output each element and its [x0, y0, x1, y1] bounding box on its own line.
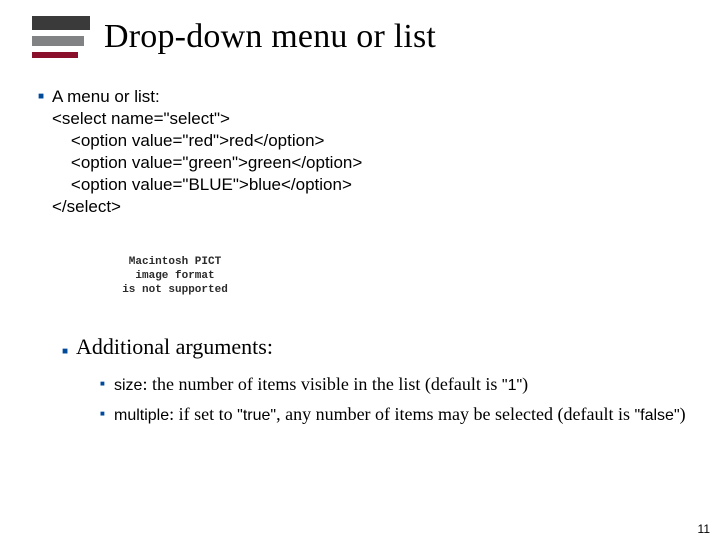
pict-placeholder: Macintosh PICT image format is not suppo…	[80, 246, 270, 306]
accent-bar-gray	[32, 36, 84, 46]
square-bullet-icon: ■	[100, 373, 114, 395]
square-bullet-icon: ■	[100, 403, 114, 425]
body: ■ A menu or list: <select name="select">…	[24, 86, 696, 427]
code-line-2: <option value="red">red</option>	[52, 131, 324, 150]
square-bullet-icon: ■	[62, 341, 76, 363]
sub-item-multiple-text: multiple: if set to "true", any number o…	[114, 403, 696, 427]
sub-item-multiple: ■ multiple: if set to "true", any number…	[100, 403, 696, 427]
accent-bar-red	[32, 52, 78, 58]
sub2-part-a: : if set to	[169, 404, 237, 424]
sub-list: ■ size: the number of items visible in t…	[100, 373, 696, 427]
code-snippet: <select name="select"> <option value="re…	[52, 108, 696, 218]
literal-1: "1"	[502, 377, 522, 394]
code-line-1: <select name="select">	[52, 109, 230, 128]
title-row: Drop-down menu or list	[32, 16, 696, 58]
sub-item-size: ■ size: the number of items visible in t…	[100, 373, 696, 397]
keyword-size: size	[114, 377, 142, 394]
code-line-4: <option value="BLUE">blue</option>	[52, 175, 352, 194]
sub2-part-b: , any number of items may be selected (d…	[276, 404, 634, 424]
slide: Drop-down menu or list ■ A menu or list:…	[0, 0, 720, 540]
bullet-item-2: ■ Additional arguments:	[62, 334, 696, 363]
sub1-part-b: )	[522, 374, 528, 394]
page-title: Drop-down menu or list	[104, 18, 436, 56]
square-bullet-icon: ■	[38, 86, 52, 108]
bullet-item-1: ■ A menu or list:	[38, 86, 696, 108]
bullet-2-text: Additional arguments:	[76, 334, 696, 360]
literal-false: "false"	[634, 407, 679, 424]
code-line-3: <option value="green">green</option>	[52, 153, 362, 172]
sub2-part-c: )	[680, 404, 686, 424]
keyword-multiple: multiple	[114, 407, 169, 424]
placeholder-text: Macintosh PICT image format is not suppo…	[122, 255, 228, 297]
sub1-part-a: : the number of items visible in the lis…	[142, 374, 501, 394]
page-number: 11	[698, 522, 710, 536]
accent-bar-dark	[32, 16, 90, 30]
code-line-5: </select>	[52, 197, 121, 216]
title-accent	[32, 16, 90, 58]
bullet-1-text: A menu or list:	[52, 86, 696, 108]
sub-item-size-text: size: the number of items visible in the…	[114, 373, 696, 397]
literal-true: "true"	[237, 407, 276, 424]
